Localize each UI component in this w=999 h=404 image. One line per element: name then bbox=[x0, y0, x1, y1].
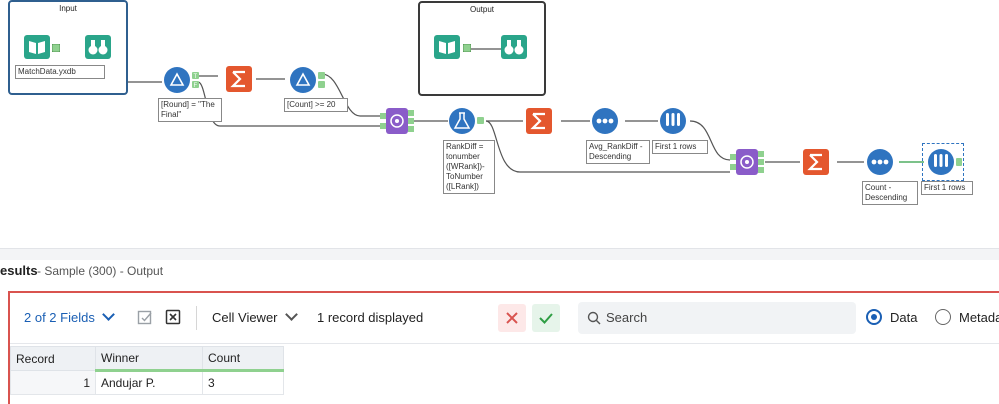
filter-count-tool[interactable] bbox=[289, 66, 325, 94]
workflow-canvas[interactable]: Input Output MatchData.yxdb T F [Round] … bbox=[0, 0, 999, 248]
table-row[interactable]: 1 Andujar P. 3 bbox=[10, 370, 284, 395]
sample-first-note-2: First 1 rows bbox=[921, 181, 973, 195]
sigma-icon bbox=[526, 108, 552, 134]
search-placeholder: Search bbox=[606, 310, 648, 325]
formula-tool[interactable] bbox=[448, 107, 484, 135]
book-icon bbox=[24, 35, 50, 59]
output-browse-tool[interactable] bbox=[500, 34, 528, 60]
book-icon bbox=[434, 35, 460, 59]
filter-icon bbox=[290, 67, 325, 93]
binoculars-icon bbox=[501, 35, 527, 59]
svg-text:T: T bbox=[194, 74, 198, 80]
flask-icon bbox=[449, 108, 484, 134]
cancel-button[interactable] bbox=[498, 304, 526, 332]
binoculars-icon bbox=[85, 35, 111, 59]
search-input[interactable]: Search bbox=[578, 302, 856, 334]
svg-text:F: F bbox=[194, 83, 198, 89]
check-icon bbox=[539, 313, 553, 324]
test-tubes-icon bbox=[928, 149, 962, 175]
sort-icon bbox=[592, 108, 618, 134]
formula-note: RankDiff = tonumber ([WRank])- ToNumber … bbox=[443, 140, 495, 194]
chevron-down-icon bbox=[284, 308, 298, 321]
container-title-input: Input bbox=[59, 4, 77, 13]
records-count: 1 record displayed bbox=[317, 310, 424, 325]
column-header-winner[interactable]: Winner bbox=[95, 346, 203, 372]
sigma-icon bbox=[803, 149, 829, 175]
header-row: Record Winner Count bbox=[10, 346, 284, 372]
filter-count-note: [Count] >= 20 bbox=[284, 98, 348, 112]
filter-round-note: [Round] = "The Final" bbox=[158, 98, 222, 122]
sample-tool-1[interactable] bbox=[659, 107, 691, 135]
clear-icon[interactable] bbox=[164, 308, 182, 326]
sort-tool-2[interactable] bbox=[866, 148, 898, 176]
metadata-radio[interactable] bbox=[935, 309, 951, 325]
results-title: esults bbox=[0, 263, 38, 278]
sample-tool-2-selected[interactable] bbox=[922, 143, 964, 181]
cell-count[interactable]: 3 bbox=[202, 370, 284, 395]
summarize-tool-3[interactable] bbox=[803, 149, 833, 177]
search-icon bbox=[587, 311, 601, 325]
cell-viewer-label: Cell Viewer bbox=[212, 310, 278, 325]
column-header-count[interactable]: Count bbox=[202, 346, 284, 372]
container-title-output: Output bbox=[469, 5, 494, 14]
sort-avg-note: Avg_RankDiff - Descending bbox=[586, 140, 650, 164]
fields-label: 2 of 2 Fields bbox=[24, 310, 95, 325]
summarize-tool-2[interactable] bbox=[526, 108, 556, 136]
results-panel: 2 of 2 Fields Cell Viewer 1 record displ… bbox=[8, 291, 999, 404]
output-anchor[interactable] bbox=[52, 44, 60, 52]
results-subtitle: - Sample (300) - Output bbox=[37, 264, 164, 278]
cell-winner[interactable]: Andujar P. bbox=[95, 370, 203, 395]
join-icon bbox=[730, 149, 764, 175]
input-data-tool[interactable] bbox=[23, 34, 51, 60]
cell-record[interactable]: 1 bbox=[10, 370, 96, 395]
results-header: esults - Sample (300) - Output bbox=[0, 260, 999, 290]
fields-dropdown[interactable]: 2 of 2 Fields bbox=[24, 308, 115, 325]
metadata-radio-label: Metada bbox=[959, 310, 999, 325]
output-input-anchor[interactable] bbox=[463, 44, 471, 52]
close-icon bbox=[506, 312, 518, 324]
filter-icon: T F bbox=[164, 67, 199, 93]
data-radio-label: Data bbox=[890, 310, 918, 325]
test-tubes-icon bbox=[660, 108, 686, 134]
join-icon bbox=[380, 108, 414, 134]
confirm-button[interactable] bbox=[532, 304, 560, 332]
sort-icon bbox=[867, 149, 893, 175]
column-header-record[interactable]: Record bbox=[10, 346, 96, 371]
results-toolbar: 2 of 2 Fields Cell Viewer 1 record displ… bbox=[10, 293, 999, 344]
sample-first-note-1: First 1 rows bbox=[652, 140, 708, 154]
sort-tool-1[interactable] bbox=[591, 107, 623, 135]
join-tool-1[interactable] bbox=[380, 108, 416, 136]
browse-tool[interactable] bbox=[84, 34, 112, 60]
join-tool-2[interactable] bbox=[730, 149, 766, 177]
cell-viewer-dropdown[interactable]: Cell Viewer bbox=[212, 308, 298, 325]
input-file-note: MatchData.yxdb bbox=[15, 65, 105, 79]
toolbar-separator bbox=[196, 306, 197, 330]
chevron-down-icon bbox=[101, 308, 115, 321]
output-input-tool[interactable] bbox=[433, 34, 461, 60]
sort-count-note: Count - Descending bbox=[862, 181, 918, 205]
summarize-tool-1[interactable] bbox=[226, 66, 256, 94]
output-wire bbox=[471, 48, 501, 50]
edit-icon[interactable] bbox=[136, 308, 154, 326]
filter-round-tool[interactable]: T F bbox=[163, 66, 199, 94]
data-radio[interactable] bbox=[866, 309, 882, 325]
results-grid: Record Winner Count 1 Andujar P. 3 bbox=[10, 346, 284, 395]
sigma-icon bbox=[226, 66, 252, 92]
